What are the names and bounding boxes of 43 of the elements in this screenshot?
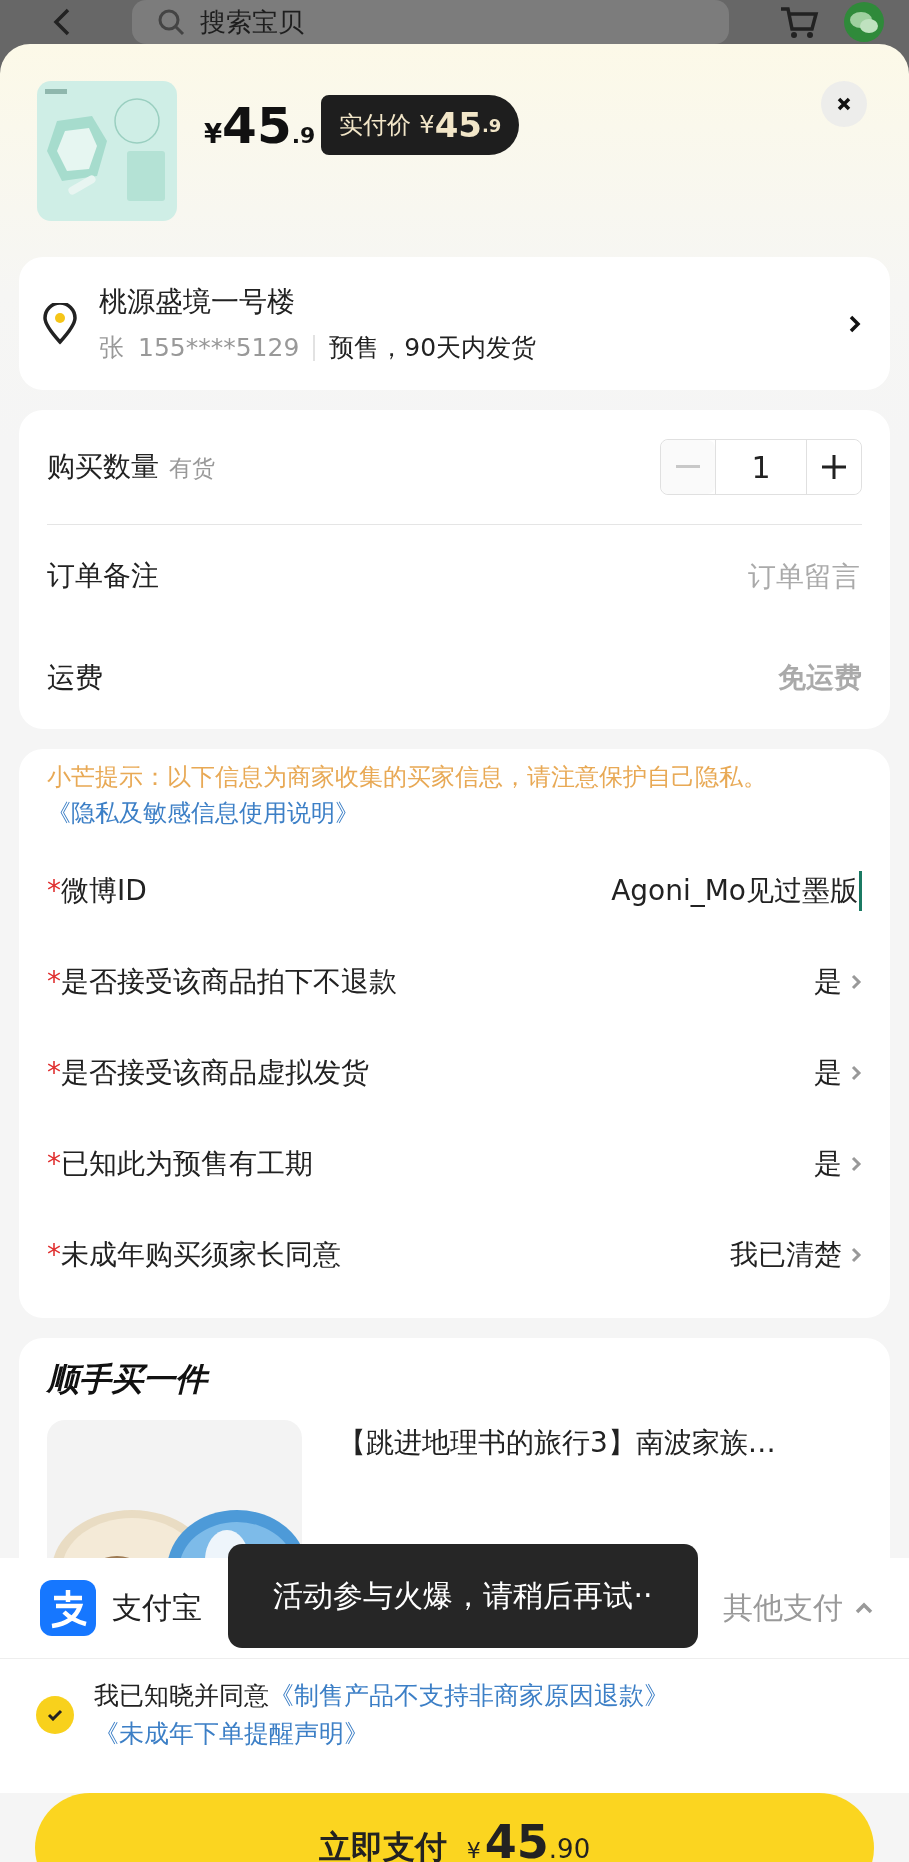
address-title: 桃源盛境一号楼: [99, 284, 296, 320]
agreement-link[interactable]: 《未成年下单提醒声明》: [94, 1719, 369, 1748]
search-field[interactable]: 搜索宝贝: [132, 0, 729, 44]
agree-checkbox[interactable]: [36, 1696, 74, 1734]
agreement-text: 我已知晓并同意《制售产品不支持非商家原因退款》 《未成年下单提醒声明》: [94, 1680, 670, 1750]
field-label: *已知此为预售有工期: [47, 1145, 313, 1182]
stock-status: 有货: [169, 454, 215, 483]
phone-number: 155****5129: [138, 333, 300, 362]
minus-icon: [676, 465, 700, 469]
chevron-icon[interactable]: [848, 313, 862, 334]
agreement-link[interactable]: 《制售产品不支持非商家原因退款》: [269, 1681, 669, 1710]
field-label: *微博ID: [47, 872, 147, 909]
order-note-label: 订单备注: [47, 558, 159, 594]
cart-icon[interactable]: [779, 5, 819, 39]
text-field[interactable]: Agoni_Mo见过墨版: [611, 870, 862, 911]
price: ¥45.9: [204, 97, 316, 155]
close-button[interactable]: [821, 81, 867, 127]
error-toast: 活动参与火爆，请稍后再试··: [228, 1544, 698, 1648]
recipient-name: 张: [99, 332, 124, 364]
option-selector[interactable]: 是: [814, 1053, 862, 1092]
option-selector[interactable]: 我已清楚: [730, 1235, 862, 1274]
caret-up-icon: [855, 1602, 873, 1614]
field-label: *是否接受该商品虚拟发货: [47, 1054, 369, 1091]
close-icon: [836, 96, 852, 112]
privacy-link[interactable]: 《隐私及敏感信息使用说明》: [47, 799, 359, 827]
privacy-hint: 小芒提示：以下信息为商家收集的买家信息，请注意保护自己隐私。 《隐私及敏感信息使用说明》: [47, 762, 768, 829]
shipping-fee-label: 运费: [47, 660, 103, 696]
location-pin-icon: [41, 302, 79, 345]
quantity-label: 购买数量: [47, 449, 159, 485]
section-title: 顺手买一件: [47, 1358, 862, 1402]
payment-method[interactable]: 支付宝: [112, 1587, 202, 1629]
pay-now-button[interactable]: 立即支付 ¥45.90: [35, 1793, 874, 1862]
order-note-field[interactable]: 订单留言: [658, 558, 862, 594]
plus-icon: [822, 455, 846, 479]
option-selector[interactable]: 是: [814, 1144, 862, 1183]
shipping-note: 预售，90天内发货: [329, 332, 537, 364]
field-label: *未成年购买须家长同意: [47, 1236, 341, 1273]
search-icon: [156, 7, 186, 37]
field-label: *是否接受该商品拍下不退款: [47, 963, 397, 1000]
alipay-logo-icon: [40, 1580, 96, 1636]
option-selector[interactable]: 是: [814, 962, 862, 1001]
shipping-fee-value: 免运费: [778, 660, 862, 696]
check-icon: [47, 1709, 63, 1721]
